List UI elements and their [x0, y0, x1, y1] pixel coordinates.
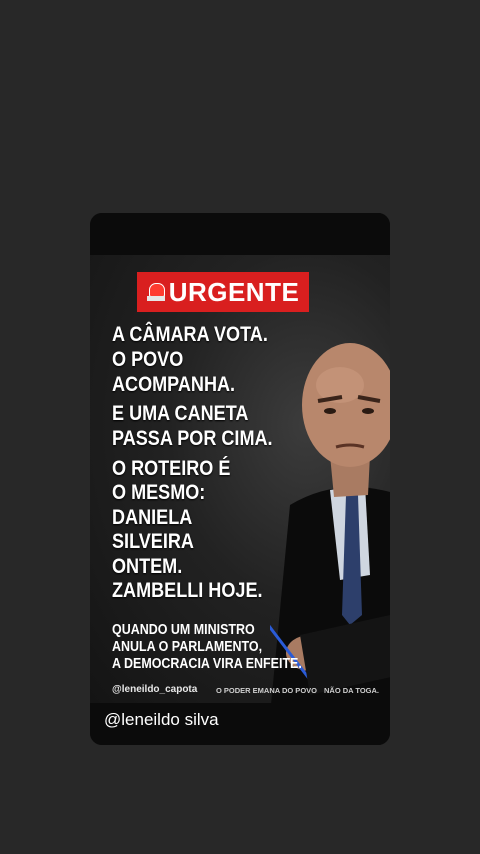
urgent-banner: URGENTE	[137, 272, 309, 312]
story-card: URGENTE A CÂMARA VOTA. O POVO ACOMPANHA.…	[90, 213, 390, 745]
story-screen: { "banner": { "label": "URGENTE", "icon"…	[0, 0, 480, 854]
headline-line: PASSA POR CIMA.	[112, 427, 273, 450]
headline-line: DANIELA	[112, 506, 193, 529]
headline-line: ONTEM.	[112, 555, 183, 578]
headline-line: ACOMPANHA.	[112, 373, 236, 396]
headline-line: O ROTEIRO É	[112, 457, 231, 480]
card-top-bar	[90, 213, 390, 255]
subtext-line: A DEMOCRACIA VIRA ENFEITE.	[112, 656, 302, 672]
headline-line: O MESMO:	[112, 481, 206, 504]
headline-line: E UMA CANETA	[112, 402, 249, 425]
headline-line: A CÂMARA VOTA.	[112, 323, 268, 346]
post-image: URGENTE A CÂMARA VOTA. O POVO ACOMPANHA.…	[90, 255, 390, 703]
post-handle: @leneildo_capota	[112, 684, 198, 695]
banner-label: URGENTE	[168, 276, 300, 307]
siren-icon	[146, 281, 165, 303]
tagline-2: NÃO DA TOGA.	[324, 686, 380, 695]
headline-line: O POVO	[112, 348, 184, 371]
caption-text: @leneildo silva	[104, 710, 219, 729]
subtext-line: ANULA O PARLAMENTO,	[112, 639, 263, 655]
headline-line: ZAMBELLI HOJE.	[112, 579, 263, 602]
tagline-1: O PODER EMANA DO POVO	[216, 686, 317, 695]
subtext-line: QUANDO UM MINISTRO	[112, 622, 255, 638]
minister-figure	[270, 343, 390, 703]
headline-line: SILVEIRA	[112, 530, 194, 553]
